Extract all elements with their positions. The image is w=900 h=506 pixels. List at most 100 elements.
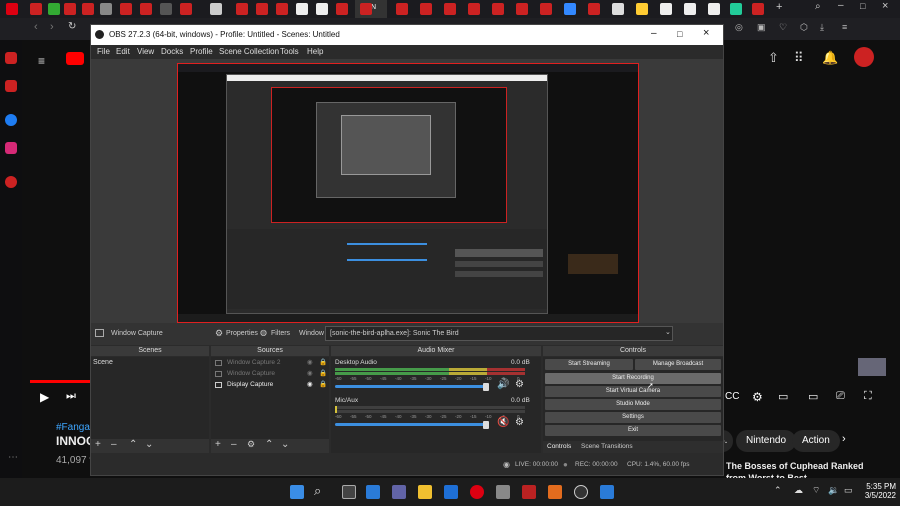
menu-tools[interactable]: Tools	[280, 47, 299, 56]
mail-icon[interactable]	[444, 485, 458, 499]
file-explorer-icon[interactable]	[418, 485, 432, 499]
chat-icon[interactable]	[392, 485, 406, 499]
obs-maximize-icon[interactable]: □	[677, 29, 682, 39]
menu-icon[interactable]: ≡	[842, 22, 847, 32]
history-icon[interactable]	[5, 176, 17, 188]
tab-favicon-icon[interactable]	[30, 3, 42, 15]
heart-icon[interactable]: ♡	[779, 22, 787, 33]
youtube-logo-icon[interactable]	[66, 52, 84, 65]
maximize-icon[interactable]: □	[860, 1, 865, 11]
add-scene-icon[interactable]: +	[95, 439, 101, 450]
preview-canvas[interactable]	[177, 63, 639, 323]
filters-icon[interactable]: ◍	[260, 328, 267, 337]
apps-grid-icon[interactable]: ⠿	[794, 50, 804, 66]
theater-icon[interactable]: ▭	[808, 390, 818, 403]
audio-settings-gear-icon[interactable]: ⚙	[515, 379, 524, 390]
cube-icon[interactable]: ⬡	[800, 22, 808, 33]
close-icon[interactable]: ×	[882, 0, 888, 12]
tab-favicon-icon[interactable]	[730, 3, 742, 15]
tab-favicon-icon[interactable]	[492, 3, 504, 15]
manage-broadcast-button[interactable]: Manage Broadcast	[635, 359, 721, 370]
opera-taskbar-icon[interactable]	[470, 485, 484, 499]
tab-favicon-icon[interactable]	[316, 3, 328, 15]
source-properties-gear-icon[interactable]: ⚙	[247, 439, 255, 450]
chevron-down-icon[interactable]: ⌄	[665, 328, 671, 336]
app-icon[interactable]	[600, 485, 614, 499]
muted-speaker-icon[interactable]: 🔇	[497, 417, 509, 428]
audio-settings-gear-icon[interactable]: ⚙	[515, 417, 524, 428]
move-down-icon[interactable]: ⌄	[145, 439, 153, 450]
settings-gear-icon[interactable]: ⚙	[752, 390, 763, 404]
upload-icon[interactable]: ⇧	[768, 50, 779, 66]
next-icon[interactable]: ⏭	[66, 390, 76, 403]
tab-favicon-icon[interactable]	[236, 3, 248, 15]
volume-slider[interactable]	[335, 385, 485, 388]
start-virtual-camera-button[interactable]: Start Virtual Camera	[545, 386, 721, 397]
remove-scene-icon[interactable]: –	[111, 439, 117, 450]
tab-favicon-icon[interactable]	[180, 3, 192, 15]
tab-controls[interactable]: Controls	[547, 443, 571, 450]
tab-scene-transitions[interactable]: Scene Transitions	[581, 443, 633, 450]
lens-icon[interactable]: ◎	[735, 22, 743, 33]
obs-close-icon[interactable]: ×	[703, 27, 709, 39]
tab-favicon-icon[interactable]	[120, 3, 132, 15]
miniplayer-icon[interactable]: ▭	[778, 390, 788, 403]
forward-icon[interactable]: ›	[50, 21, 54, 33]
tab-favicon-icon[interactable]	[684, 3, 696, 15]
menu-edit[interactable]: Edit	[116, 47, 130, 56]
tab-favicon-icon[interactable]	[100, 3, 112, 15]
tab-favicon-icon[interactable]	[256, 3, 268, 15]
move-up-icon[interactable]: ⌃	[265, 439, 273, 450]
scene-item[interactable]: Scene	[93, 359, 113, 366]
eye-icon[interactable]: ◉	[307, 380, 313, 388]
more-icon[interactable]: ⋯	[8, 452, 18, 463]
opera-sidebar-icon[interactable]	[5, 52, 17, 64]
tab-favicon-icon[interactable]	[752, 3, 764, 15]
tab-favicon-icon[interactable]	[140, 3, 152, 15]
minimize-icon[interactable]: –	[838, 0, 844, 11]
tab-favicon-icon[interactable]	[588, 3, 600, 15]
volume-slider-handle[interactable]	[483, 383, 489, 391]
add-source-icon[interactable]: +	[215, 439, 221, 450]
avatar[interactable]	[854, 47, 874, 67]
clock[interactable]: 5:35 PM 3/5/2022	[856, 482, 896, 500]
start-recording-button[interactable]: Start Recording	[545, 373, 721, 384]
tab-favicon-icon[interactable]	[210, 3, 222, 15]
instagram-icon[interactable]	[5, 142, 17, 154]
back-icon[interactable]: ‹	[34, 21, 38, 33]
volume-icon[interactable]: 🔉	[828, 485, 839, 496]
app-icon[interactable]	[496, 485, 510, 499]
chip[interactable]: Nintendo	[736, 430, 797, 452]
sidebar-video-title[interactable]: The Bosses of Cuphead Ranked	[726, 461, 864, 471]
tab-favicon-icon[interactable]	[64, 3, 76, 15]
tab-favicon-icon[interactable]	[420, 3, 432, 15]
progress-bar[interactable]	[30, 380, 90, 383]
tab-favicon-icon[interactable]	[708, 3, 720, 15]
source-item[interactable]: Window Capture ◉ 🔒	[215, 369, 327, 379]
eye-icon[interactable]: ◉	[307, 369, 313, 377]
eye-icon[interactable]: ◉	[307, 358, 313, 366]
lock-icon[interactable]: 🔒	[319, 358, 327, 366]
speaker-icon[interactable]: 🔊	[497, 379, 509, 390]
wifi-icon[interactable]: ⌔	[812, 485, 820, 496]
task-view-icon[interactable]	[342, 485, 356, 499]
twitch-icon[interactable]	[5, 80, 17, 92]
hamburger-icon[interactable]: ≡	[38, 54, 45, 68]
settings-button[interactable]: Settings	[545, 412, 721, 423]
volume-slider-handle[interactable]	[483, 421, 489, 429]
obs-taskbar-icon[interactable]	[574, 485, 588, 499]
app-icon[interactable]	[548, 485, 562, 499]
chip[interactable]: Action	[792, 430, 840, 452]
messenger-icon[interactable]	[5, 114, 17, 126]
tab-favicon-icon[interactable]	[276, 3, 288, 15]
tab-favicon-icon[interactable]	[396, 3, 408, 15]
tab-favicon-icon[interactable]	[564, 3, 576, 15]
menu-scene-collection[interactable]: Scene Collection	[219, 47, 279, 56]
filters-button[interactable]: Filters	[271, 330, 290, 337]
fullscreen-icon[interactable]: ⛶	[864, 390, 872, 403]
tab-favicon-icon[interactable]	[160, 3, 172, 15]
move-down-icon[interactable]: ⌄	[281, 439, 289, 450]
battery-icon[interactable]: ▭	[844, 485, 853, 496]
new-tab-icon[interactable]: +	[776, 1, 782, 13]
search-icon[interactable]: ⌕	[314, 483, 321, 499]
